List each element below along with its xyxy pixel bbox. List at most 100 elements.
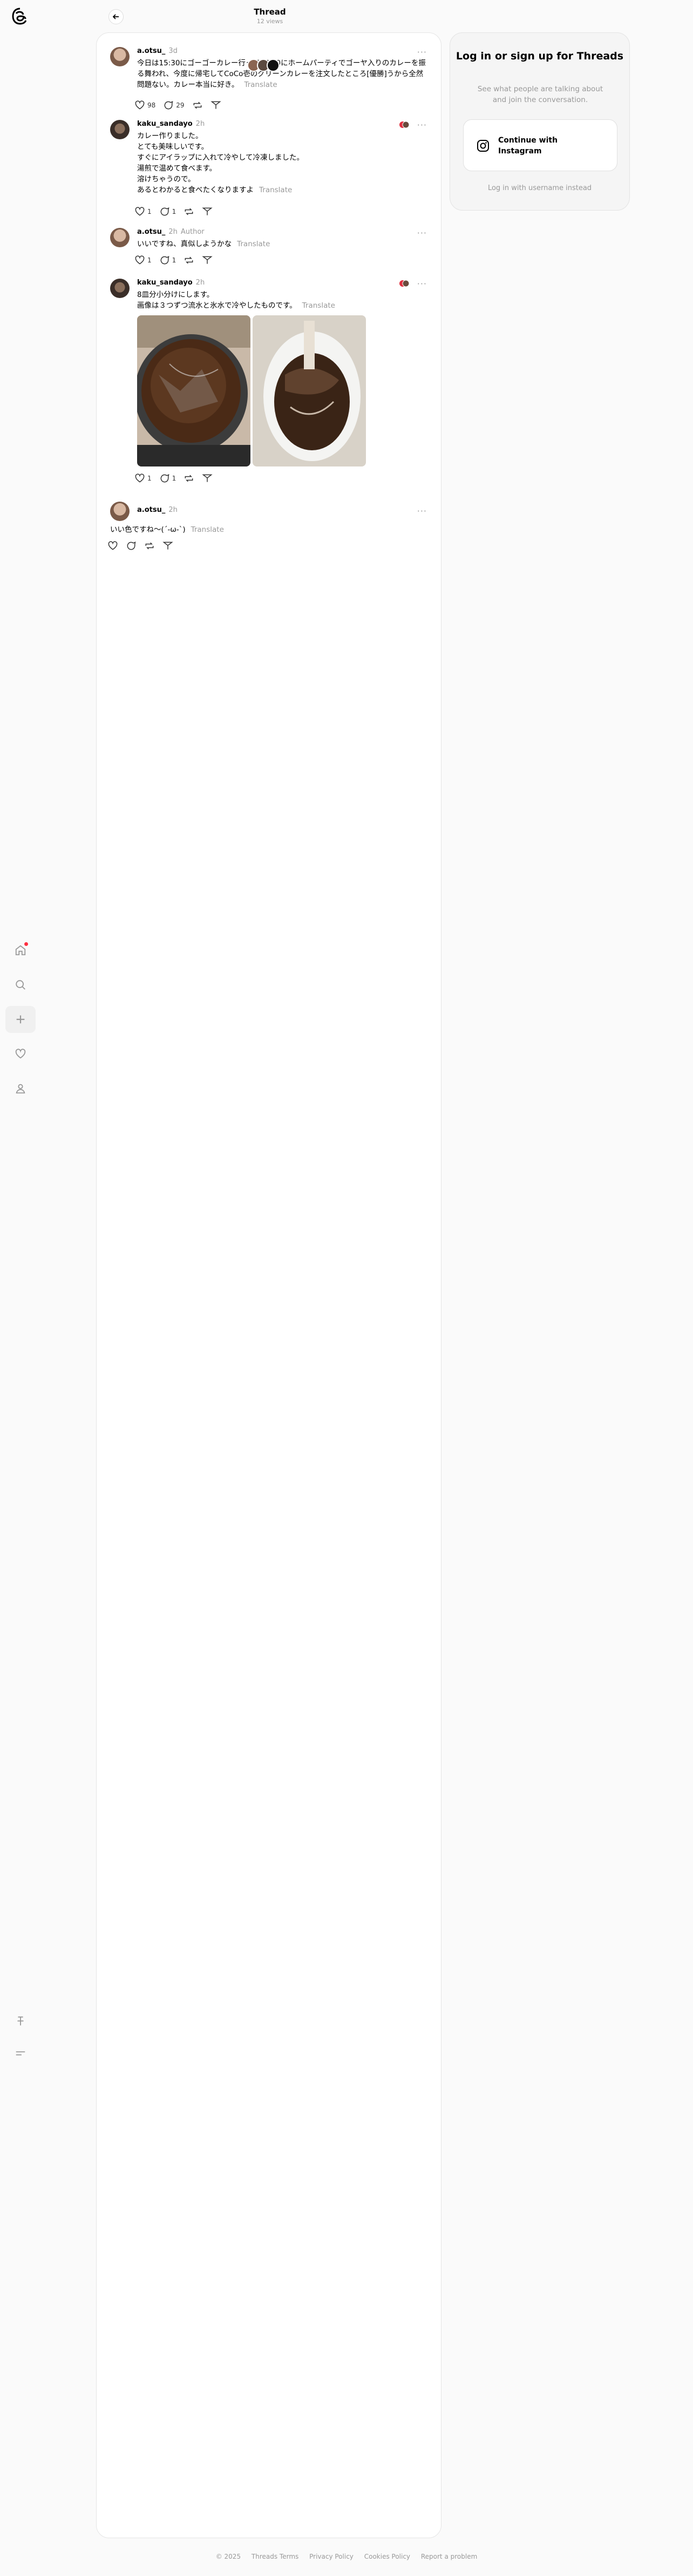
repost-button[interactable] (184, 206, 194, 217)
copyright: © 2025 (215, 2553, 241, 2560)
reply-button[interactable] (126, 540, 137, 551)
username[interactable]: kaku_sandayo (137, 120, 193, 128)
more-options-button[interactable]: ··· (417, 228, 427, 238)
avatar[interactable] (110, 228, 130, 247)
liker-avatars[interactable] (247, 59, 280, 72)
comment-icon (160, 207, 169, 216)
repost-button[interactable] (144, 540, 155, 551)
share-button[interactable] (202, 255, 213, 266)
footer-link-report[interactable]: Report a problem (421, 2553, 477, 2560)
comment-icon (160, 474, 169, 483)
post-meta: a.otsu_ 3d (137, 47, 178, 55)
like-button[interactable]: 1 (134, 255, 152, 266)
timestamp[interactable]: 2h (196, 279, 205, 287)
plus-icon (16, 1015, 25, 1024)
nav-home[interactable] (5, 937, 36, 964)
curry-bags-photo[interactable] (253, 315, 366, 466)
avatar[interactable] (110, 47, 130, 66)
reply-avatars-icon (399, 280, 410, 287)
like-button[interactable]: 98 (134, 100, 155, 111)
reply-count: 1 (172, 475, 176, 482)
repost-icon (193, 102, 201, 109)
share-button[interactable] (202, 473, 213, 484)
curry-pot-photo[interactable] (137, 315, 250, 466)
nav-activity[interactable] (5, 1040, 36, 1067)
heart-icon (15, 1049, 26, 1059)
post-actions: 98 29 (134, 100, 221, 111)
reply-button[interactable]: 1 (159, 473, 176, 484)
post-body: いいですね、真似しようかな Translate (137, 240, 270, 248)
username[interactable]: kaku_sandayo (137, 279, 193, 287)
nav-pin[interactable] (5, 2007, 36, 2034)
avatar[interactable] (110, 279, 130, 298)
post-body: 今日は15:30にゴーゴーカレー行って17:30にホームパーティでゴーヤ入りのカ… (137, 59, 426, 89)
post-body: いい色ですね〜(⁠´⁠-⁠ω⁠-⁠`⁠) Translate (110, 525, 224, 534)
translate-link[interactable]: Translate (244, 80, 277, 89)
nav-menu[interactable] (5, 2040, 36, 2067)
reply-avatars-icon (399, 121, 410, 129)
translate-link[interactable]: Translate (237, 240, 270, 248)
share-button[interactable] (202, 206, 213, 217)
thread-feed: a.otsu_ 3d ··· 今日は15:30にゴーゴーカレー行って17:30にホ… (96, 32, 441, 2538)
footer-link-cookies[interactable]: Cookies Policy (364, 2553, 410, 2560)
footer-link-privacy[interactable]: Privacy Policy (309, 2553, 354, 2560)
send-icon (202, 256, 213, 264)
heart-icon (135, 474, 145, 483)
send-icon (210, 101, 221, 109)
translate-link[interactable]: Translate (302, 301, 335, 310)
more-options-button[interactable]: ··· (417, 279, 427, 289)
timestamp[interactable]: 2h (168, 228, 178, 236)
repost-icon (185, 475, 193, 482)
post-meta: a.otsu_ 2h (137, 506, 178, 514)
repost-button[interactable] (192, 100, 203, 111)
nav-create[interactable] (5, 1006, 36, 1033)
post-meta: kaku_sandayo 2h (137, 279, 205, 287)
login-with-username-link[interactable]: Log in with username instead (450, 184, 629, 192)
heart-icon (135, 255, 145, 265)
reply-button[interactable]: 1 (159, 206, 176, 217)
repost-button[interactable] (184, 473, 194, 484)
like-button[interactable] (107, 540, 118, 551)
more-options-button[interactable]: ··· (417, 120, 427, 130)
footer-link-terms[interactable]: Threads Terms (252, 2553, 298, 2560)
avatar[interactable] (110, 120, 130, 139)
nav-search[interactable] (5, 971, 36, 998)
post-meta: kaku_sandayo 2h (137, 120, 205, 128)
timestamp[interactable]: 3d (168, 47, 178, 55)
post-actions: 1 1 (134, 255, 213, 266)
nav-profile[interactable] (5, 1075, 36, 1102)
instagram-button-label: Continue with Instagram (498, 136, 558, 155)
share-button[interactable] (210, 100, 221, 111)
more-options-button[interactable]: ··· (417, 506, 427, 516)
comment-icon (164, 101, 173, 110)
login-title: Log in or sign up for Threads (456, 50, 624, 62)
page-title: Thread (254, 7, 286, 17)
reply-count: 1 (172, 256, 176, 264)
heart-icon (135, 207, 145, 216)
username[interactable]: a.otsu_ (137, 228, 165, 236)
like-button[interactable]: 1 (134, 473, 152, 484)
send-icon (202, 207, 213, 215)
more-options-button[interactable]: ··· (417, 47, 427, 57)
share-button[interactable] (162, 540, 173, 551)
avatar[interactable] (110, 502, 130, 521)
search-icon (16, 980, 25, 990)
translate-link[interactable]: Translate (259, 186, 292, 194)
curry-pot-image (137, 315, 250, 466)
timestamp[interactable]: 2h (168, 506, 178, 514)
timestamp[interactable]: 2h (196, 120, 205, 128)
username[interactable]: a.otsu_ (137, 506, 165, 514)
username[interactable]: a.otsu_ (137, 47, 165, 55)
continue-with-instagram-button[interactable]: Continue with Instagram (463, 119, 617, 171)
like-count: 1 (147, 208, 152, 215)
translate-link[interactable]: Translate (191, 525, 224, 534)
post-images (137, 315, 366, 466)
reply-button[interactable]: 1 (159, 255, 176, 266)
like-button[interactable]: 1 (134, 206, 152, 217)
reply-button[interactable]: 29 (163, 100, 185, 111)
reply-post: kaku_sandayo 2h ··· カレー作りました。 とても美味しいです。 … (97, 120, 442, 222)
repost-button[interactable] (184, 255, 194, 266)
instagram-icon (477, 140, 489, 152)
pin-icon (17, 2016, 24, 2026)
notification-dot (24, 942, 28, 946)
